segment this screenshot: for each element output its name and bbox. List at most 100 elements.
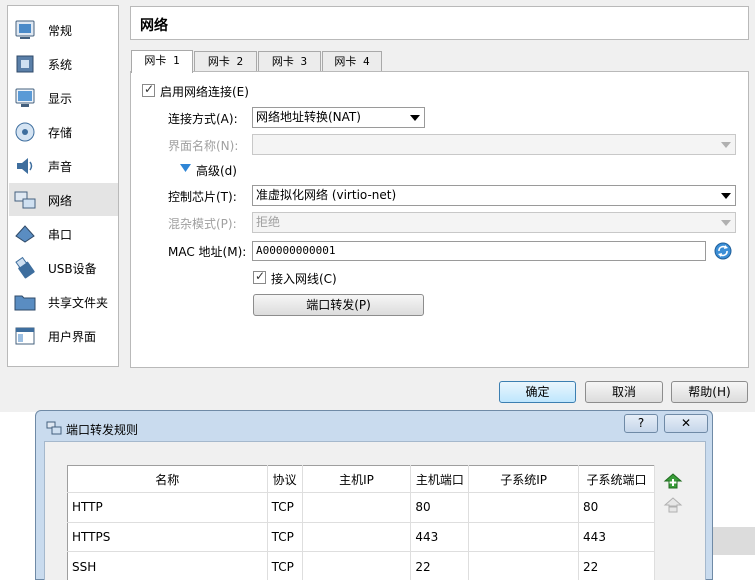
rule-guest-port-cell[interactable]: 80 xyxy=(578,492,655,523)
adapter-type-label: 控制芯片(T): xyxy=(168,190,237,204)
port-forwarding-table: 名称 协议 主机IP 主机端口 子系统IP 子系统端口 HTTP TCP 80 … xyxy=(67,465,655,580)
page-header: 网络 xyxy=(130,6,749,40)
network-icon xyxy=(46,421,62,435)
usb-icon xyxy=(15,256,35,279)
rule-guest-port-cell[interactable]: 443 xyxy=(578,522,655,553)
storage-icon xyxy=(15,122,35,142)
chevron-down-icon xyxy=(721,193,731,199)
column-header-guest-port[interactable]: 子系统端口 xyxy=(578,465,655,493)
tab-adapter-4[interactable]: 网卡 4 xyxy=(322,51,382,72)
dialog-title: 端口转发规则 xyxy=(66,423,139,437)
enable-adapter-label: 启用网络连接(E) xyxy=(160,85,249,99)
sidebar-item-user-interface[interactable]: 用户界面 xyxy=(9,319,118,352)
rule-guest-ip-cell[interactable] xyxy=(468,551,580,580)
rule-protocol-cell[interactable]: TCP xyxy=(267,551,303,580)
advanced-toggle[interactable]: 高级(d) xyxy=(196,162,237,179)
rule-host-ip-cell[interactable] xyxy=(302,551,412,580)
table-row[interactable]: SSH TCP 22 22 xyxy=(67,551,655,580)
dialog-close-button[interactable]: ✕ xyxy=(664,414,708,433)
rule-protocol-cell[interactable]: TCP xyxy=(267,492,303,523)
promiscuous-mode-label: 混杂模式(P): xyxy=(168,217,237,231)
background-window-bar xyxy=(712,527,755,555)
page-title: 网络 xyxy=(140,18,168,34)
promiscuous-mode-select: 拒绝 xyxy=(252,212,736,233)
sidebar-item-label: 串口 xyxy=(48,228,73,242)
table-row[interactable]: HTTPS TCP 443 443 xyxy=(67,522,655,553)
column-header-protocol[interactable]: 协议 xyxy=(267,465,303,493)
chevron-down-icon xyxy=(410,115,420,121)
rule-host-ip-cell[interactable] xyxy=(302,522,412,553)
cable-connected-label: 接入网线(C) xyxy=(271,272,337,286)
system-icon xyxy=(16,55,34,73)
rule-protocol-cell[interactable]: TCP xyxy=(267,522,303,553)
tab-adapter-1[interactable]: 网卡 1 xyxy=(131,50,193,73)
rule-host-port-cell[interactable]: 443 xyxy=(410,522,470,553)
interface-name-select xyxy=(252,134,736,155)
attached-to-select[interactable]: 网络地址转换(NAT) xyxy=(252,107,425,128)
rule-host-port-cell[interactable]: 22 xyxy=(410,551,470,580)
sidebar-item-audio[interactable]: 声音 xyxy=(9,149,118,182)
sidebar-item-usb[interactable]: USB设备 xyxy=(9,251,118,284)
remove-rule-icon[interactable] xyxy=(663,496,683,514)
sidebar-item-label: 用户界面 xyxy=(48,330,97,344)
sidebar-item-display[interactable]: 显示 xyxy=(9,81,118,114)
table-row[interactable]: HTTP TCP 80 80 xyxy=(67,492,655,523)
rule-name-cell[interactable]: HTTP xyxy=(67,492,268,523)
network-icon xyxy=(14,191,36,209)
chevron-down-icon xyxy=(721,220,731,226)
tab-adapter-2[interactable]: 网卡 2 xyxy=(194,51,257,72)
add-rule-icon[interactable] xyxy=(663,472,683,490)
sidebar-item-label: 网络 xyxy=(48,194,73,208)
sidebar-item-label: USB设备 xyxy=(48,262,97,276)
column-header-name[interactable]: 名称 xyxy=(67,465,268,493)
display-icon xyxy=(15,88,35,107)
enable-adapter-checkbox[interactable] xyxy=(142,82,155,97)
cancel-button[interactable]: 取消 xyxy=(585,381,663,403)
help-button[interactable]: 帮助(H) xyxy=(671,381,748,403)
shared-folder-icon xyxy=(14,295,36,311)
column-header-guest-ip[interactable]: 子系统IP xyxy=(468,465,580,493)
sidebar-item-label: 系统 xyxy=(48,58,73,72)
rule-guest-port-cell[interactable]: 22 xyxy=(578,551,655,580)
tab-adapter-3[interactable]: 网卡 3 xyxy=(258,51,321,72)
refresh-mac-icon[interactable] xyxy=(714,242,732,260)
adapter-type-select[interactable]: 准虚拟化网络 (virtio-net) xyxy=(252,185,736,206)
sidebar-item-storage[interactable]: 存储 xyxy=(9,115,118,148)
cable-connected-checkbox[interactable] xyxy=(253,269,266,284)
rule-name-cell[interactable]: SSH xyxy=(67,551,268,580)
attached-to-label: 连接方式(A): xyxy=(168,112,238,126)
sidebar-item-shared-folders[interactable]: 共享文件夹 xyxy=(9,285,118,318)
settings-sidebar: 常规 系统 显示 存储 声音 网络 串口 USB设备 共享文件夹 用户界面 xyxy=(7,5,119,367)
port-forwarding-dialog: 端口转发规则 ? ✕ 名称 协议 主机IP 主机端口 子系统IP 子系统端口 H… xyxy=(35,410,713,580)
rule-guest-ip-cell[interactable] xyxy=(468,492,580,523)
general-icon xyxy=(15,20,35,39)
interface-name-label: 界面名称(N): xyxy=(168,139,239,153)
sidebar-item-system[interactable]: 系统 xyxy=(9,47,118,80)
column-header-host-ip[interactable]: 主机IP xyxy=(302,465,412,493)
sidebar-item-serial-port[interactable]: 串口 xyxy=(9,217,118,250)
sidebar-item-label: 共享文件夹 xyxy=(48,296,109,310)
sidebar-item-label: 显示 xyxy=(48,92,73,106)
rule-name-cell[interactable]: HTTPS xyxy=(67,522,268,553)
sidebar-item-label: 常规 xyxy=(48,24,73,38)
mac-address-input[interactable]: A00000000001 xyxy=(252,241,706,261)
audio-icon xyxy=(17,158,33,174)
mac-address-label: MAC 地址(M): xyxy=(168,245,247,259)
adapter-type-value: 准虚拟化网络 (virtio-net) xyxy=(256,188,397,202)
expand-triangle-icon[interactable] xyxy=(180,164,191,173)
user-interface-icon xyxy=(15,327,35,345)
sidebar-item-general[interactable]: 常规 xyxy=(9,13,118,46)
column-header-host-port[interactable]: 主机端口 xyxy=(410,465,470,493)
dialog-help-button[interactable]: ? xyxy=(624,414,658,433)
sidebar-item-label: 存储 xyxy=(48,126,73,140)
rule-host-ip-cell[interactable] xyxy=(302,492,412,523)
promiscuous-mode-value: 拒绝 xyxy=(256,215,281,229)
dialog-body: 名称 协议 主机IP 主机端口 子系统IP 子系统端口 HTTP TCP 80 … xyxy=(44,441,706,580)
port-forwarding-button[interactable]: 端口转发(P) xyxy=(253,294,424,316)
sidebar-item-network[interactable]: 网络 xyxy=(9,183,118,216)
ok-button[interactable]: 确定 xyxy=(499,381,576,403)
table-header-row: 名称 协议 主机IP 主机端口 子系统IP 子系统端口 xyxy=(67,465,655,493)
sidebar-item-label: 声音 xyxy=(48,160,73,174)
rule-guest-ip-cell[interactable] xyxy=(468,522,580,553)
rule-host-port-cell[interactable]: 80 xyxy=(410,492,470,523)
